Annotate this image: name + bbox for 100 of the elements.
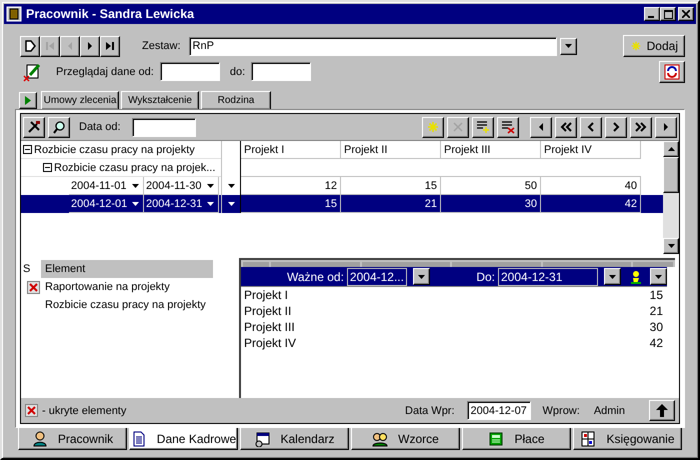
star-icon	[630, 40, 642, 52]
toolbar-button[interactable]	[580, 116, 602, 138]
scrollbar[interactable]	[663, 141, 679, 254]
tab[interactable]: Wykształcenie	[121, 91, 199, 109]
toolbar-button[interactable]	[422, 116, 444, 138]
date-field[interactable]: 2004-12-31	[498, 268, 598, 286]
maximize-icon	[664, 10, 672, 18]
add-button[interactable]: Dodaj	[622, 35, 685, 57]
play-icon	[24, 96, 32, 105]
field-label: Data Wpr:	[405, 404, 455, 416]
date-field[interactable]: 2004-12-07	[466, 401, 531, 420]
caret-icon	[132, 184, 139, 188]
table-row[interactable]: 2004-12-01 2004-12-31 15 21 30 42	[21, 195, 663, 213]
tab[interactable]: Wzorce	[351, 428, 460, 450]
person-icon	[32, 430, 48, 446]
field-label: Wprow:	[542, 404, 580, 416]
maximize-button[interactable]	[660, 7, 676, 21]
list-item[interactable]: Raportowanie na projekty	[45, 281, 170, 293]
edit-icon	[22, 62, 42, 82]
nav-button[interactable]	[100, 36, 120, 56]
up-arrow-icon	[656, 404, 668, 417]
empty-cell	[221, 141, 241, 159]
row-label: Projekt II	[244, 304, 292, 318]
caret-icon	[609, 274, 616, 278]
calculator-icon	[488, 430, 504, 446]
collapse-icon[interactable]	[23, 145, 32, 154]
tab[interactable]: Kalendarz	[240, 428, 349, 450]
dropdown-button[interactable]	[560, 38, 577, 54]
row-value: 30	[650, 320, 663, 334]
field-label: Przeglądaj dane od:	[56, 66, 154, 78]
tab[interactable]: Płace	[462, 428, 571, 450]
person-icon	[628, 268, 644, 284]
tree-item[interactable]: Rozbicie czasu pracy na projekty	[34, 144, 195, 156]
column-header: Projekt IV	[541, 141, 641, 159]
toolbar-button[interactable]	[530, 116, 552, 138]
table-cell[interactable]: 2004-12-01	[69, 195, 144, 213]
toolbar-button[interactable]	[472, 116, 494, 138]
toolbar-button[interactable]	[605, 116, 627, 138]
list-item[interactable]: Rozbicie czasu pracy na projekty	[45, 299, 206, 311]
close-button[interactable]	[678, 7, 694, 21]
nav-button[interactable]	[20, 36, 40, 56]
tab[interactable]: Księgowanie	[573, 428, 682, 450]
toolbar-button[interactable]	[555, 116, 577, 138]
refresh-button[interactable]	[659, 60, 685, 82]
field-label: Ważne od:	[287, 270, 344, 284]
up-caret-icon	[668, 147, 674, 151]
tab[interactable]: Pracownik	[18, 428, 127, 450]
up-button[interactable]	[649, 400, 675, 421]
toolbar-button[interactable]	[497, 116, 519, 138]
app-icon	[6, 6, 22, 22]
ledger-icon	[580, 430, 596, 446]
collapse-icon[interactable]	[43, 163, 52, 172]
caret-icon	[418, 274, 425, 278]
caret-icon	[132, 202, 139, 206]
column-header: Projekt II	[341, 141, 441, 159]
date-field[interactable]: 2004-12...	[346, 268, 407, 286]
caret-icon	[564, 44, 572, 48]
date-field[interactable]	[160, 62, 220, 81]
tab[interactable]: Rodzina	[201, 91, 271, 109]
table-cell: 30	[441, 195, 541, 213]
nav-button[interactable]	[60, 36, 80, 56]
toolbar-button[interactable]	[447, 116, 469, 138]
toolbar-button[interactable]	[48, 116, 70, 138]
table-cell[interactable]: 2004-12-31	[144, 195, 219, 213]
table-cell: 42	[541, 195, 641, 213]
date-field[interactable]	[132, 118, 196, 136]
legend-text: - ukryte elementy	[42, 404, 126, 416]
document-icon	[130, 430, 147, 446]
toolbar-button[interactable]	[630, 116, 652, 138]
field-label: do:	[230, 66, 246, 78]
play-button[interactable]	[19, 92, 37, 109]
minimize-button[interactable]	[644, 7, 660, 21]
row-value: 42	[650, 336, 663, 350]
dropdown-button[interactable]	[650, 268, 667, 285]
nav-button[interactable]	[80, 36, 100, 56]
column-header: Element	[41, 260, 213, 278]
caret-icon	[228, 202, 234, 206]
row-value: 21	[650, 304, 663, 318]
nav-button[interactable]	[40, 36, 60, 56]
toolbar-button[interactable]	[23, 116, 45, 138]
window-title: Pracownik - Sandra Lewicka	[26, 7, 196, 21]
people-icon	[372, 430, 388, 446]
caret-icon	[207, 184, 214, 188]
row-label: Projekt III	[244, 320, 295, 334]
dropdown-button[interactable]	[412, 268, 430, 285]
author-text: Admin	[594, 404, 625, 416]
row-value: 15	[650, 288, 663, 302]
date-field[interactable]	[251, 62, 312, 81]
dropdown-button[interactable]	[604, 268, 621, 285]
set-combo[interactable]: RnP	[188, 36, 557, 56]
tab[interactable]: Umowy zlecenia	[41, 91, 119, 109]
close-icon	[25, 404, 38, 417]
caret-icon	[207, 202, 214, 206]
row-label: Projekt I	[244, 288, 288, 302]
field-label: Data od:	[79, 121, 121, 133]
calendar-icon	[254, 430, 270, 446]
toolbar-button[interactable]	[655, 116, 677, 138]
tree-item[interactable]: Rozbicie czasu pracy na projek...	[54, 162, 216, 174]
tab[interactable]: Dane Kadrowe	[129, 428, 238, 450]
caret-icon	[228, 184, 234, 188]
